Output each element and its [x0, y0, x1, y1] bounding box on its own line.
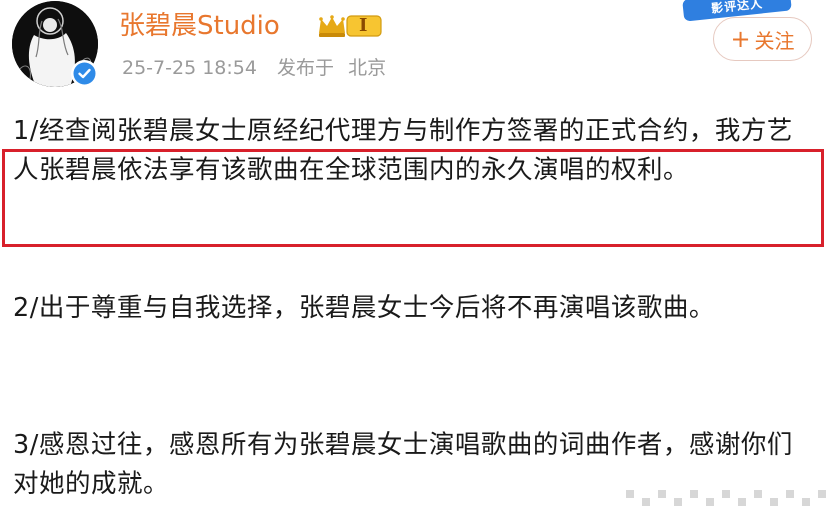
post-paragraph-1: 1/经查阅张碧晨女士原经纪代理方与制作方签署的正式合约，我方艺人张碧晨依法享有该… — [13, 116, 793, 185]
vip-level: I — [359, 15, 368, 36]
plus-icon: + — [730, 25, 751, 53]
post-header: 张碧晨Studio I 25-7-25 18:54 发布于 北京 影评达人 + … — [0, 0, 828, 95]
post-location: 北京 — [348, 57, 387, 79]
watermark-pattern — [626, 490, 826, 506]
follow-button[interactable]: + 关注 — [713, 17, 812, 61]
username[interactable]: 张碧晨Studio — [119, 6, 280, 46]
post-meta: 25-7-25 18:54 发布于 北京 — [122, 54, 386, 82]
verified-check-icon — [71, 60, 98, 87]
published-label: 发布于 — [277, 57, 335, 79]
follow-label: 关注 — [754, 28, 795, 53]
promo-badge-label: 影评达人 — [710, 0, 764, 16]
post-paragraph-2: 2/出于尊重与自我选择，张碧晨女士今后将不再演唱该歌曲。 — [13, 293, 715, 323]
post-timestamp: 25-7-25 18:54 — [122, 57, 257, 79]
crown-vip-icon[interactable]: I — [316, 13, 386, 39]
